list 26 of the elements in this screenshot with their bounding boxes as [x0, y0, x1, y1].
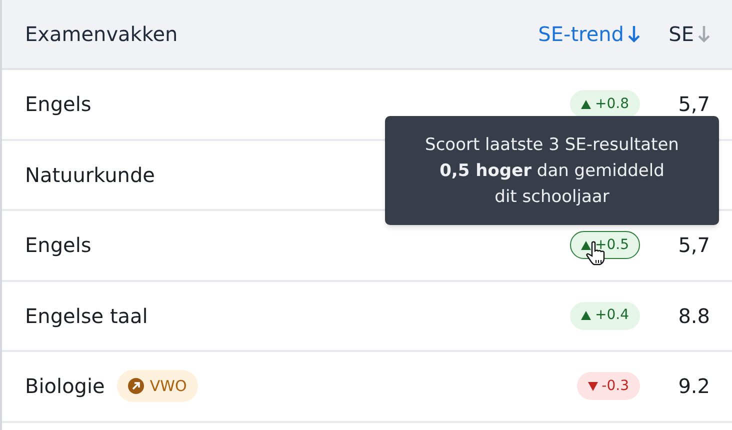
subject-name: Engelse taal [25, 302, 148, 330]
sort-arrow-icon [698, 25, 710, 43]
se-grade: 5,7 [678, 232, 710, 260]
down-triangle-icon [588, 382, 598, 391]
se-grade: 5,7 [678, 91, 710, 118]
subject-name: Engels [25, 91, 92, 118]
trend-pill[interactable]: +0.4 [570, 302, 640, 330]
column-header: Examenvakken [25, 21, 179, 48]
tooltip-text: 0,5 hoger dan gemiddeld [440, 160, 664, 182]
arrow-circle-icon [128, 378, 144, 394]
se-grade: 9.2 [678, 373, 710, 400]
trend-pill[interactable]: -0.3 [576, 372, 640, 400]
column-header[interactable]: SE [640, 19, 710, 49]
up-triangle-icon [581, 100, 591, 109]
tooltip-text: dit schooljaar [494, 186, 610, 208]
up-triangle-icon [581, 311, 591, 320]
column-header[interactable]: SE-trend [500, 19, 640, 49]
level-badge: VWO [116, 370, 198, 402]
up-triangle-icon [581, 240, 591, 250]
tooltip-text: Scoort laatste 3 SE-resultaten [425, 134, 679, 156]
subject-name: Natuurkunde [25, 162, 155, 189]
subject-name: Engels [25, 232, 92, 260]
subject-name: Biologie [25, 373, 105, 400]
sort-arrow-icon [628, 25, 640, 43]
trend-pill[interactable]: +0.8 [570, 90, 640, 118]
se-grade: 8.8 [678, 302, 710, 330]
